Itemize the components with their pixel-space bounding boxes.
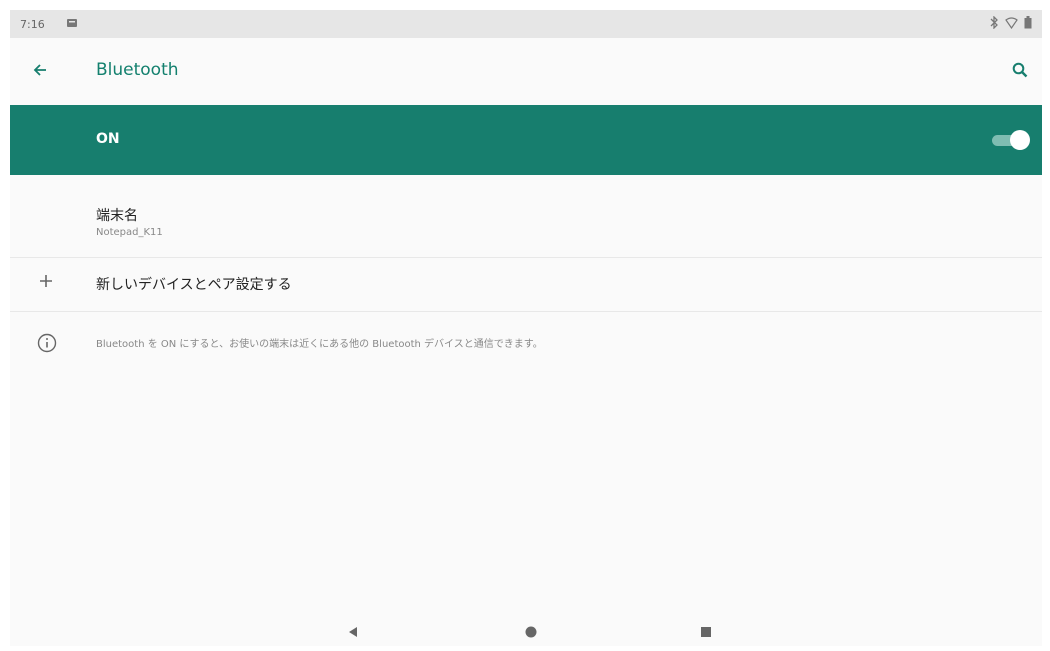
bluetooth-switch[interactable] bbox=[992, 130, 1030, 150]
plus-icon bbox=[36, 272, 56, 292]
app-bar: Bluetooth bbox=[10, 38, 1042, 105]
divider bbox=[10, 311, 1042, 312]
navigation-bar bbox=[10, 608, 1042, 646]
home-circle-icon bbox=[524, 624, 538, 643]
nav-home-button[interactable] bbox=[518, 620, 544, 646]
back-triangle-icon bbox=[346, 624, 360, 643]
pair-new-device-label: 新しいデバイスとペア設定する bbox=[96, 277, 292, 293]
status-time: 7:16 bbox=[20, 18, 45, 31]
info-row: Bluetooth を ON にすると、お使いの端末は近くにある他の Bluet… bbox=[10, 326, 1042, 362]
battery-icon bbox=[1024, 16, 1032, 32]
screen: 7:16 Bluetooth ON 端末名 Notepad_K11 新しいデバイ… bbox=[10, 10, 1042, 646]
search-icon bbox=[1011, 61, 1029, 83]
nav-recents-button[interactable] bbox=[693, 620, 719, 646]
bluetooth-icon bbox=[989, 15, 999, 32]
wifi-icon bbox=[1005, 16, 1018, 32]
info-icon bbox=[36, 332, 58, 354]
toggle-label: ON bbox=[96, 131, 120, 147]
back-button[interactable] bbox=[24, 56, 56, 88]
device-name-item[interactable]: 端末名 Notepad_K11 bbox=[10, 175, 1042, 257]
switch-thumb bbox=[1010, 130, 1030, 150]
arrow-back-icon bbox=[31, 61, 49, 83]
notification-icon bbox=[66, 17, 78, 29]
bluetooth-master-toggle[interactable]: ON bbox=[10, 105, 1042, 175]
recents-square-icon bbox=[699, 624, 713, 643]
status-icons bbox=[989, 15, 1032, 32]
info-text: Bluetooth を ON にすると、お使いの端末は近くにある他の Bluet… bbox=[96, 339, 543, 350]
status-bar: 7:16 bbox=[10, 10, 1042, 38]
device-name-value: Notepad_K11 bbox=[96, 227, 163, 238]
nav-back-button[interactable] bbox=[340, 620, 366, 646]
device-name-title: 端末名 bbox=[96, 208, 138, 224]
search-button[interactable] bbox=[1004, 56, 1036, 88]
page-title: Bluetooth bbox=[96, 60, 179, 80]
pair-new-device-item[interactable]: 新しいデバイスとペア設定する bbox=[10, 258, 1042, 310]
